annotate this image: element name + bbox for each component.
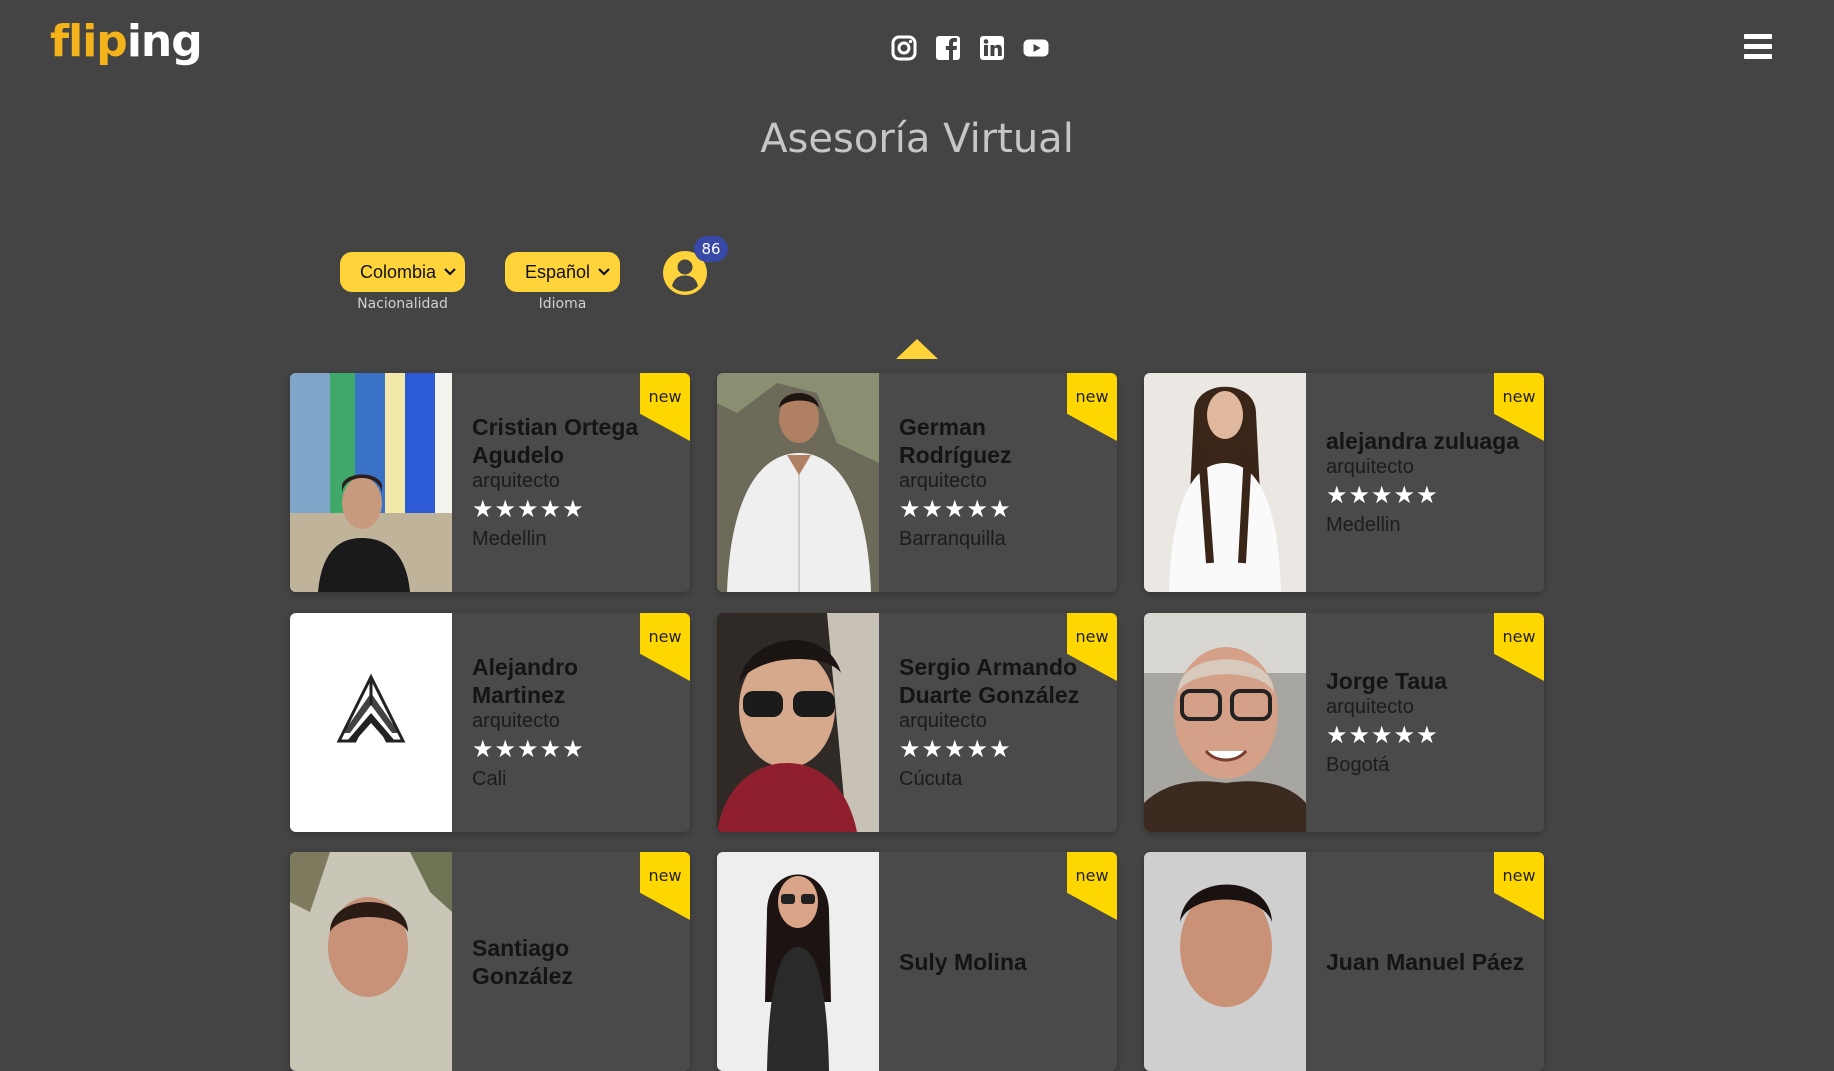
advisor-name: Juan Manuel Páez (1326, 948, 1525, 975)
rating-stars: ★★★★★ (899, 736, 1012, 763)
advisor-photo (1144, 373, 1306, 592)
advisor-city: Medellin (1326, 514, 1401, 536)
advisor-profession: arquitecto (472, 710, 560, 732)
advisor-card[interactable]: German Rodríguez arquitecto ★★★★★ Barran… (717, 373, 1117, 592)
advisor-logo-image (290, 613, 452, 832)
youtube-icon[interactable] (1022, 34, 1050, 62)
advisor-photo (717, 613, 879, 832)
hamburger-menu-icon[interactable] (1744, 34, 1772, 62)
advisor-photo (717, 373, 879, 592)
advisor-card[interactable]: Cristian Ortega Agudelo arquitecto ★★★★★… (290, 373, 690, 592)
rating-stars: ★★★★★ (899, 496, 1012, 523)
chevron-down-icon (444, 268, 456, 276)
advisor-profession: arquitecto (472, 470, 560, 492)
nationality-select[interactable]: Colombia (340, 252, 465, 292)
page-title: Asesoría Virtual (760, 116, 1074, 162)
advisor-city: Cúcuta (899, 768, 963, 790)
nationality-caption: Nacionalidad (357, 296, 448, 312)
language-filter: Español Idioma (505, 252, 620, 312)
nationality-filter: Colombia Nacionalidad (340, 252, 465, 312)
advisor-profession: arquitecto (899, 470, 987, 492)
language-select[interactable]: Español (505, 252, 620, 292)
advisor-name: Jorge Taua (1326, 668, 1447, 694)
advisor-card[interactable]: Alejandro Martinez arquitecto ★★★★★ Cali… (290, 613, 690, 832)
advisor-photo (290, 373, 452, 592)
advisor-profession: arquitecto (1326, 696, 1414, 718)
language-caption: Idioma (538, 296, 587, 312)
advisor-name: Santiago González (472, 934, 573, 989)
advisor-photo (290, 852, 452, 1071)
advisor-city: Bogotá (1326, 754, 1390, 776)
advisor-photo (1144, 852, 1306, 1071)
advisor-photo (1144, 613, 1306, 832)
advisor-name: Sergio Armando Duarte González (899, 654, 1080, 708)
instagram-icon[interactable] (890, 34, 918, 62)
user-count-badge: 86 (694, 236, 728, 262)
advisor-name: Cristian Ortega Agudelo (472, 414, 639, 468)
advisor-profession: arquitecto (899, 710, 987, 732)
section-pointer (896, 339, 938, 359)
facebook-icon[interactable] (934, 34, 962, 62)
advisor-card[interactable]: Juan Manuel Páez new (1144, 852, 1544, 1071)
advisor-name: alejandra zuluaga (1326, 428, 1520, 454)
rating-stars: ★★★★★ (1326, 482, 1439, 509)
linkedin-icon[interactable] (978, 34, 1006, 62)
advisor-card[interactable]: Santiago González new (290, 852, 690, 1071)
fliping-logo[interactable]: fliping (50, 12, 203, 72)
advisor-city: Cali (472, 768, 507, 790)
advisor-name: Alejandro Martinez (472, 654, 579, 708)
advisor-photo (717, 852, 879, 1071)
chevron-down-icon (598, 268, 610, 276)
advisor-card[interactable]: Sergio Armando Duarte González arquitect… (717, 613, 1117, 832)
rating-stars: ★★★★★ (472, 736, 585, 763)
advisor-name: German Rodríguez (899, 414, 1012, 468)
rating-stars: ★★★★★ (472, 496, 585, 523)
advisor-card[interactable]: Suly Molina new (717, 852, 1117, 1071)
rating-stars: ★★★★★ (1326, 722, 1439, 749)
advisor-city: Medellin (472, 528, 547, 550)
advisor-card[interactable]: Jorge Taua arquitecto ★★★★★ Bogotá new (1144, 613, 1544, 832)
advisor-city: Barranquilla (899, 528, 1006, 550)
advisor-profession: arquitecto (1326, 456, 1414, 478)
advisor-card[interactable]: alejandra zuluaga arquitecto ★★★★★ Medel… (1144, 373, 1544, 592)
advisor-name: Suly Molina (899, 948, 1027, 975)
social-links (890, 34, 1050, 62)
